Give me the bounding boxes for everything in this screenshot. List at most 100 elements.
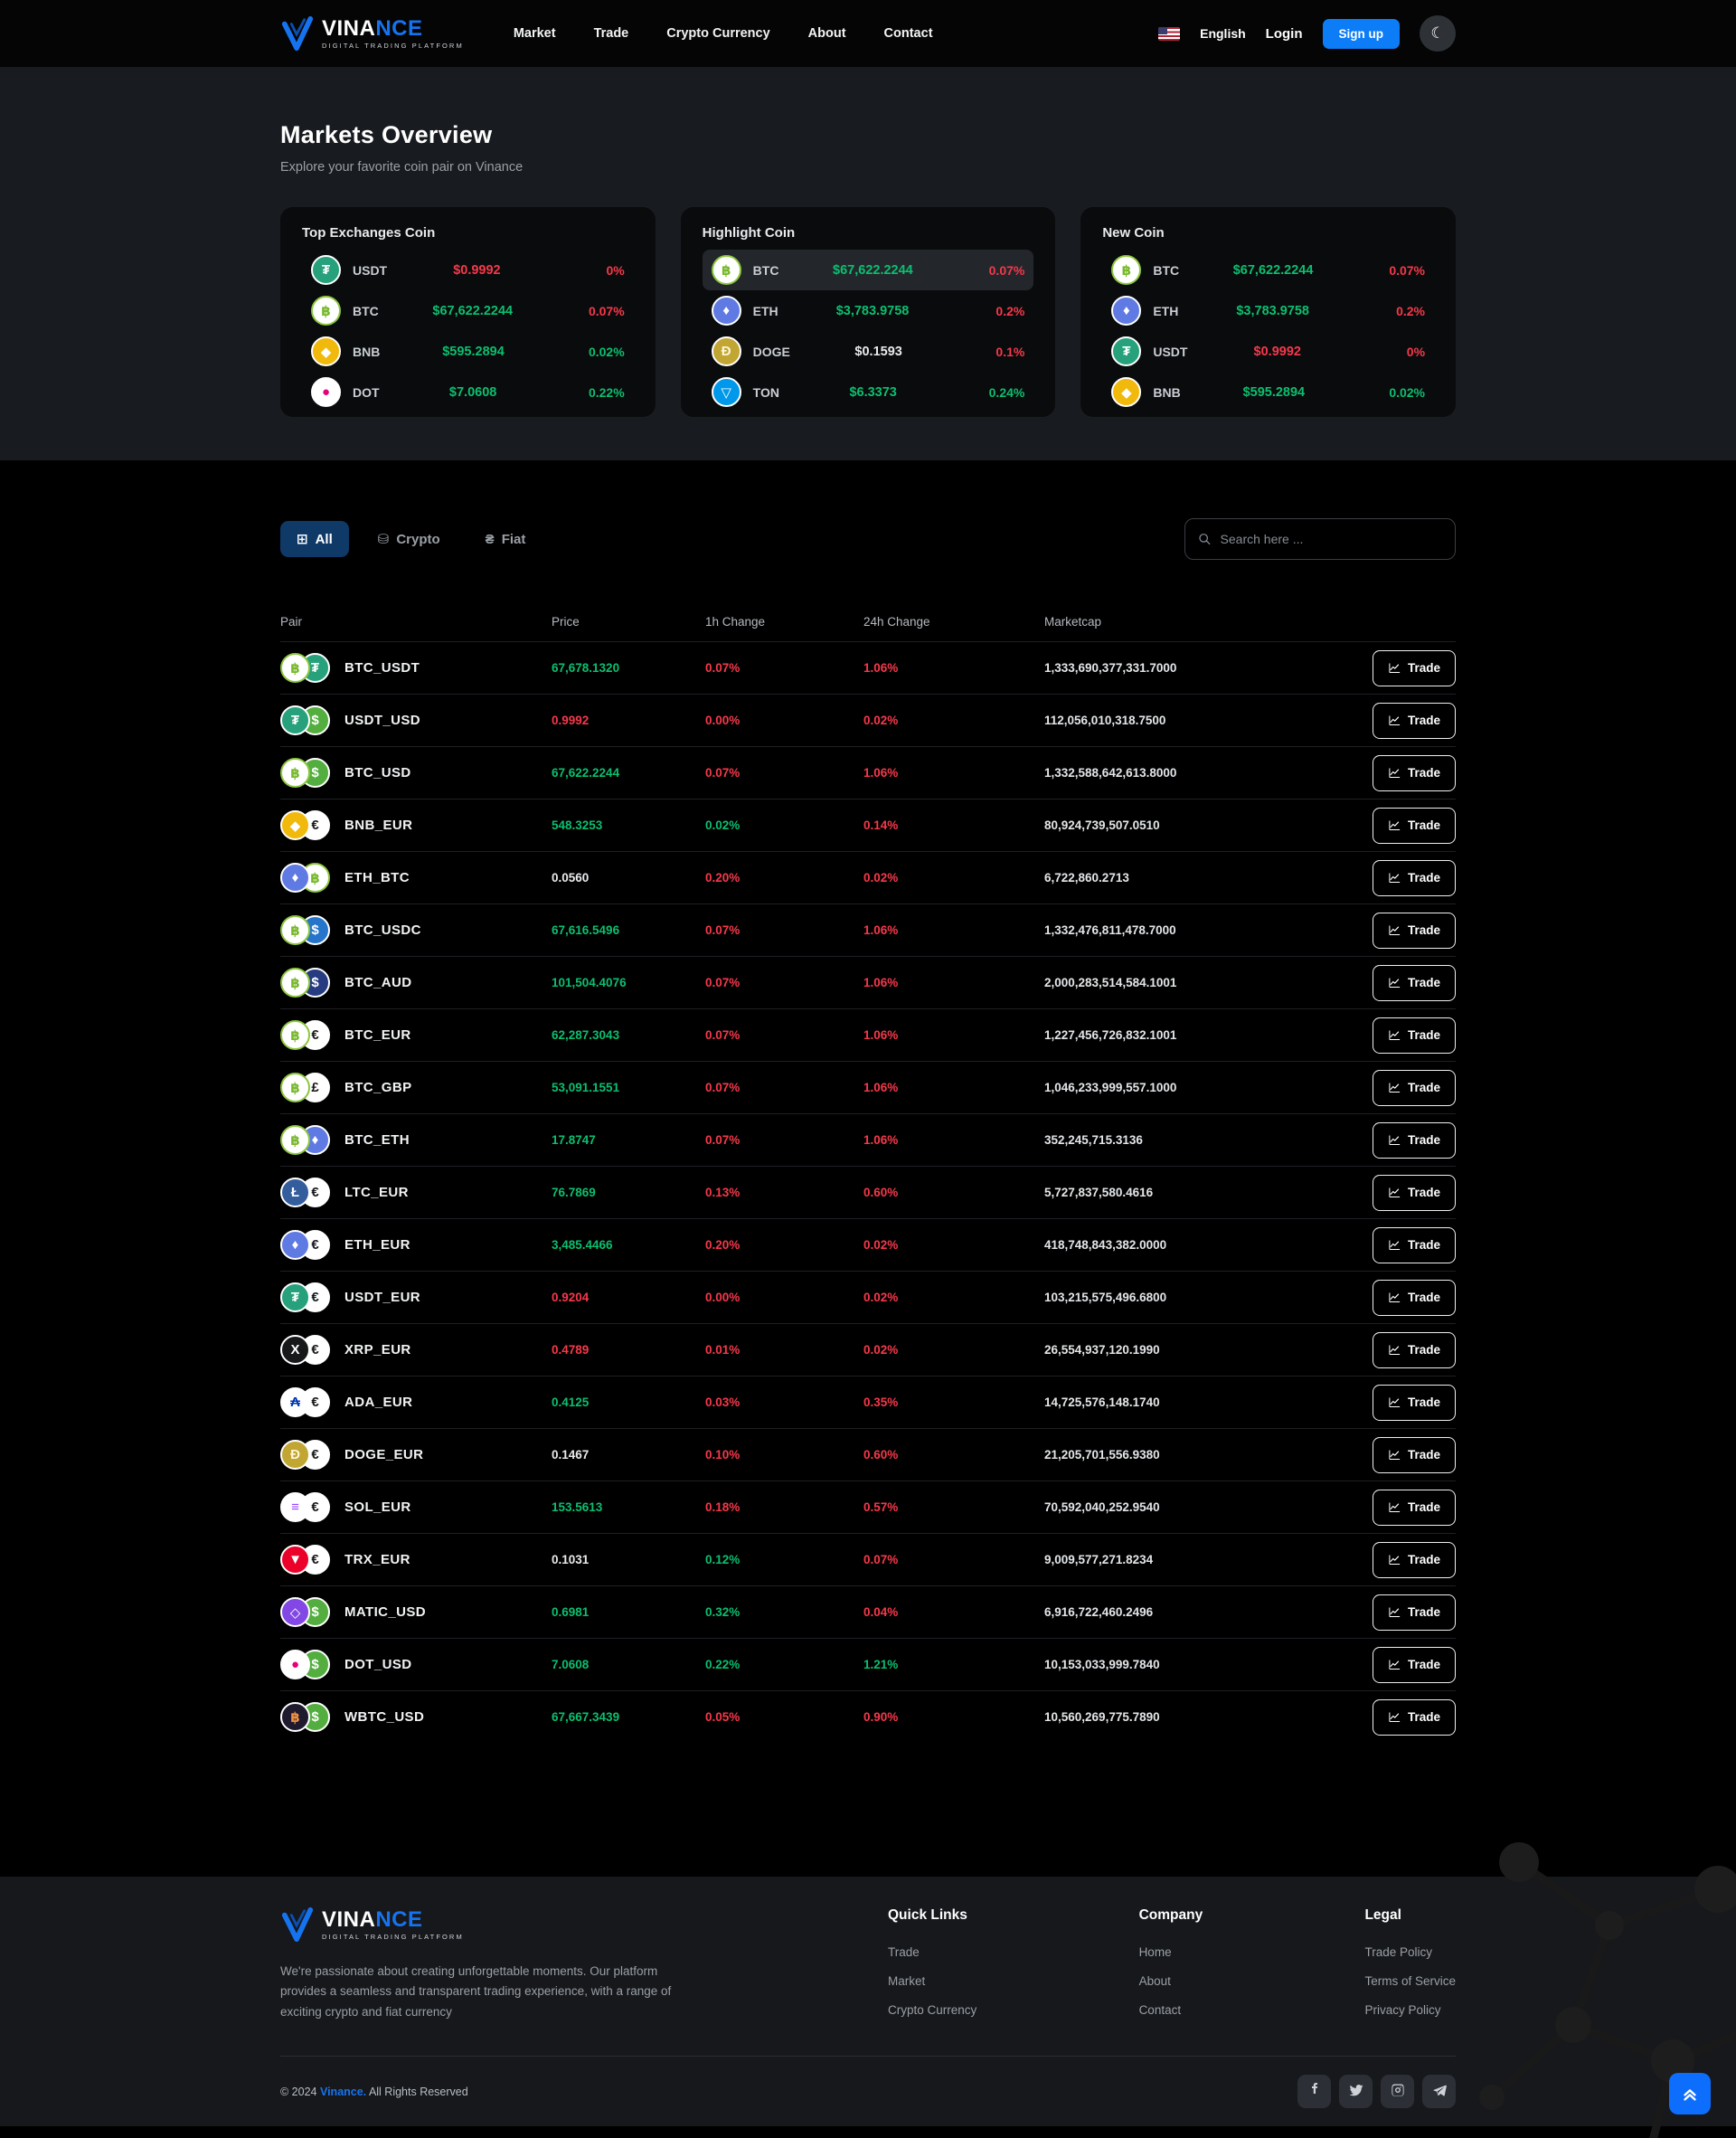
change-24h-cell: 1.06% xyxy=(863,1133,1044,1147)
coin-row-btc[interactable]: ฿BTC$67,622.22440.07% xyxy=(1102,250,1434,290)
trade-button[interactable]: Trade xyxy=(1373,1070,1456,1106)
coin-row-bnb[interactable]: ◆BNB$595.28940.02% xyxy=(1102,372,1434,412)
language-selector[interactable]: English xyxy=(1200,26,1246,41)
marketcap-cell: 70,592,040,252.9540 xyxy=(1044,1500,1354,1514)
footer-link-crypto-currency[interactable]: Crypto Currency xyxy=(888,2003,976,2017)
chart-icon xyxy=(1388,1658,1401,1671)
footer-link-contact[interactable]: Contact xyxy=(1139,2003,1203,2017)
change-1h-cell: 0.01% xyxy=(705,1343,863,1357)
scroll-to-top-button[interactable] xyxy=(1669,2073,1711,2114)
coin-row-eth[interactable]: ♦ETH$3,783.97580.2% xyxy=(703,290,1034,331)
trade-button[interactable]: Trade xyxy=(1373,650,1456,686)
coin-row-btc[interactable]: ฿BTC$67,622.22440.07% xyxy=(703,250,1034,290)
bnb-coin-icon: ◆ xyxy=(311,336,341,366)
marketcap-cell: 1,333,690,377,331.7000 xyxy=(1044,661,1354,675)
footer-link-home[interactable]: Home xyxy=(1139,1945,1203,1959)
coin-change: 0.02% xyxy=(1367,385,1425,400)
change-1h-cell: 0.07% xyxy=(705,1081,863,1094)
nav-item-crypto-currency[interactable]: Crypto Currency xyxy=(666,26,769,41)
trade-button-label: Trade xyxy=(1408,1500,1440,1514)
footer-bottom-bar: © 2024 Vinance. All Rights Reserved xyxy=(280,2056,1456,2108)
facebook-icon xyxy=(1307,2083,1322,2100)
trade-button[interactable]: Trade xyxy=(1373,1437,1456,1473)
search-box[interactable] xyxy=(1184,518,1456,560)
footer-link-privacy-policy[interactable]: Privacy Policy xyxy=(1364,2003,1456,2017)
coin-row-ton[interactable]: ▽TON$6.33730.24% xyxy=(703,372,1034,412)
trade-button[interactable]: Trade xyxy=(1373,1017,1456,1054)
chart-icon xyxy=(1388,1186,1401,1199)
trade-button[interactable]: Trade xyxy=(1373,755,1456,791)
nav-item-about[interactable]: About xyxy=(808,26,846,41)
nav-item-contact[interactable]: Contact xyxy=(884,26,933,41)
trade-button-label: Trade xyxy=(1408,714,1440,727)
trade-button[interactable]: Trade xyxy=(1373,808,1456,844)
brand-logo[interactable]: VINANCE DIGITAL TRADING PLATFORM xyxy=(280,16,464,51)
footer-brand-logo[interactable]: VINANCE DIGITAL TRADING PLATFORM xyxy=(280,1907,683,1942)
column-header: Marketcap xyxy=(1044,615,1354,629)
trade-button[interactable]: Trade xyxy=(1373,1227,1456,1263)
trade-button[interactable]: Trade xyxy=(1373,1490,1456,1526)
trade-button-label: Trade xyxy=(1408,923,1440,937)
nav-item-trade[interactable]: Trade xyxy=(594,26,629,41)
footer-link-trade[interactable]: Trade xyxy=(888,1945,976,1959)
doge-coin-icon: Ð xyxy=(280,1440,310,1470)
trade-button[interactable]: Trade xyxy=(1373,1647,1456,1683)
nav-item-market[interactable]: Market xyxy=(514,26,556,41)
pair-icons: ≡€ xyxy=(280,1492,330,1522)
trade-button[interactable]: Trade xyxy=(1373,1542,1456,1578)
column-header: 24h Change xyxy=(863,615,1044,629)
usdt-coin-icon: ₮ xyxy=(1111,336,1141,366)
coin-price: $67,622.2244 xyxy=(778,263,967,278)
pair-icons: ◆€ xyxy=(280,810,330,840)
coin-row-usdt[interactable]: ₮USDT$0.99920% xyxy=(302,250,634,290)
trade-button[interactable]: Trade xyxy=(1373,1385,1456,1421)
footer-link-terms-of-service[interactable]: Terms of Service xyxy=(1364,1974,1456,1988)
signup-button[interactable]: Sign up xyxy=(1323,19,1401,49)
change-1h-cell: 0.12% xyxy=(705,1553,863,1566)
coin-row-btc[interactable]: ฿BTC$67,622.22440.07% xyxy=(302,290,634,331)
footer-link-market[interactable]: Market xyxy=(888,1974,976,1988)
trade-button[interactable]: Trade xyxy=(1373,1594,1456,1631)
change-1h-cell: 0.02% xyxy=(705,818,863,832)
price-cell: 0.1467 xyxy=(552,1448,705,1462)
coin-row-bnb[interactable]: ◆BNB$595.28940.02% xyxy=(302,331,634,372)
theme-toggle[interactable]: ☾ xyxy=(1420,15,1456,52)
tab-fiat[interactable]: ₴Fiat xyxy=(469,522,542,557)
table-row: ₮$USDT_USD0.99920.00%0.02%112,056,010,31… xyxy=(280,694,1456,746)
table-row: ฿$BTC_AUD101,504.40760.07%1.06%2,000,283… xyxy=(280,956,1456,1008)
change-1h-cell: 0.05% xyxy=(705,1710,863,1724)
search-input[interactable] xyxy=(1221,532,1442,546)
trade-button[interactable]: Trade xyxy=(1373,703,1456,739)
trade-button[interactable]: Trade xyxy=(1373,1280,1456,1316)
trade-button[interactable]: Trade xyxy=(1373,913,1456,949)
trade-button-label: Trade xyxy=(1408,1343,1440,1357)
trade-button[interactable]: Trade xyxy=(1373,1175,1456,1211)
tab-crypto[interactable]: ⛁Crypto xyxy=(362,521,457,557)
coin-row-doge[interactable]: ÐDOGE$0.15930.1% xyxy=(703,331,1034,372)
trade-button[interactable]: Trade xyxy=(1373,965,1456,1001)
trade-button-label: Trade xyxy=(1408,1133,1440,1147)
ada-coin-icon: ₳ xyxy=(280,1387,310,1417)
footer-link-trade-policy[interactable]: Trade Policy xyxy=(1364,1945,1456,1959)
pair-icons: ฿$ xyxy=(280,968,330,998)
coin-row-usdt[interactable]: ₮USDT$0.99920% xyxy=(1102,331,1434,372)
pair-name: USDT_USD xyxy=(344,713,420,728)
telegram-button[interactable] xyxy=(1422,2075,1456,2108)
coin-row-dot[interactable]: ●DOT$7.06080.22% xyxy=(302,372,634,412)
trade-button[interactable]: Trade xyxy=(1373,1122,1456,1159)
footer-link-about[interactable]: About xyxy=(1139,1974,1203,1988)
trade-button[interactable]: Trade xyxy=(1373,1332,1456,1368)
doge-coin-icon: Ð xyxy=(712,336,741,366)
table-row: ♦฿ETH_BTC0.05600.20%0.02%6,722,860.2713T… xyxy=(280,851,1456,903)
login-link[interactable]: Login xyxy=(1266,26,1303,42)
facebook-button[interactable] xyxy=(1297,2075,1331,2108)
coin-price: $6.3373 xyxy=(779,385,967,400)
pair-cell: ฿$WBTC_USD xyxy=(280,1702,552,1732)
trade-button[interactable]: Trade xyxy=(1373,1699,1456,1736)
tab-all[interactable]: ⊞All xyxy=(280,521,349,557)
trade-button[interactable]: Trade xyxy=(1373,860,1456,896)
instagram-button[interactable] xyxy=(1381,2075,1414,2108)
chart-icon xyxy=(1388,1553,1401,1566)
twitter-button[interactable] xyxy=(1339,2075,1373,2108)
coin-row-eth[interactable]: ♦ETH$3,783.97580.2% xyxy=(1102,290,1434,331)
